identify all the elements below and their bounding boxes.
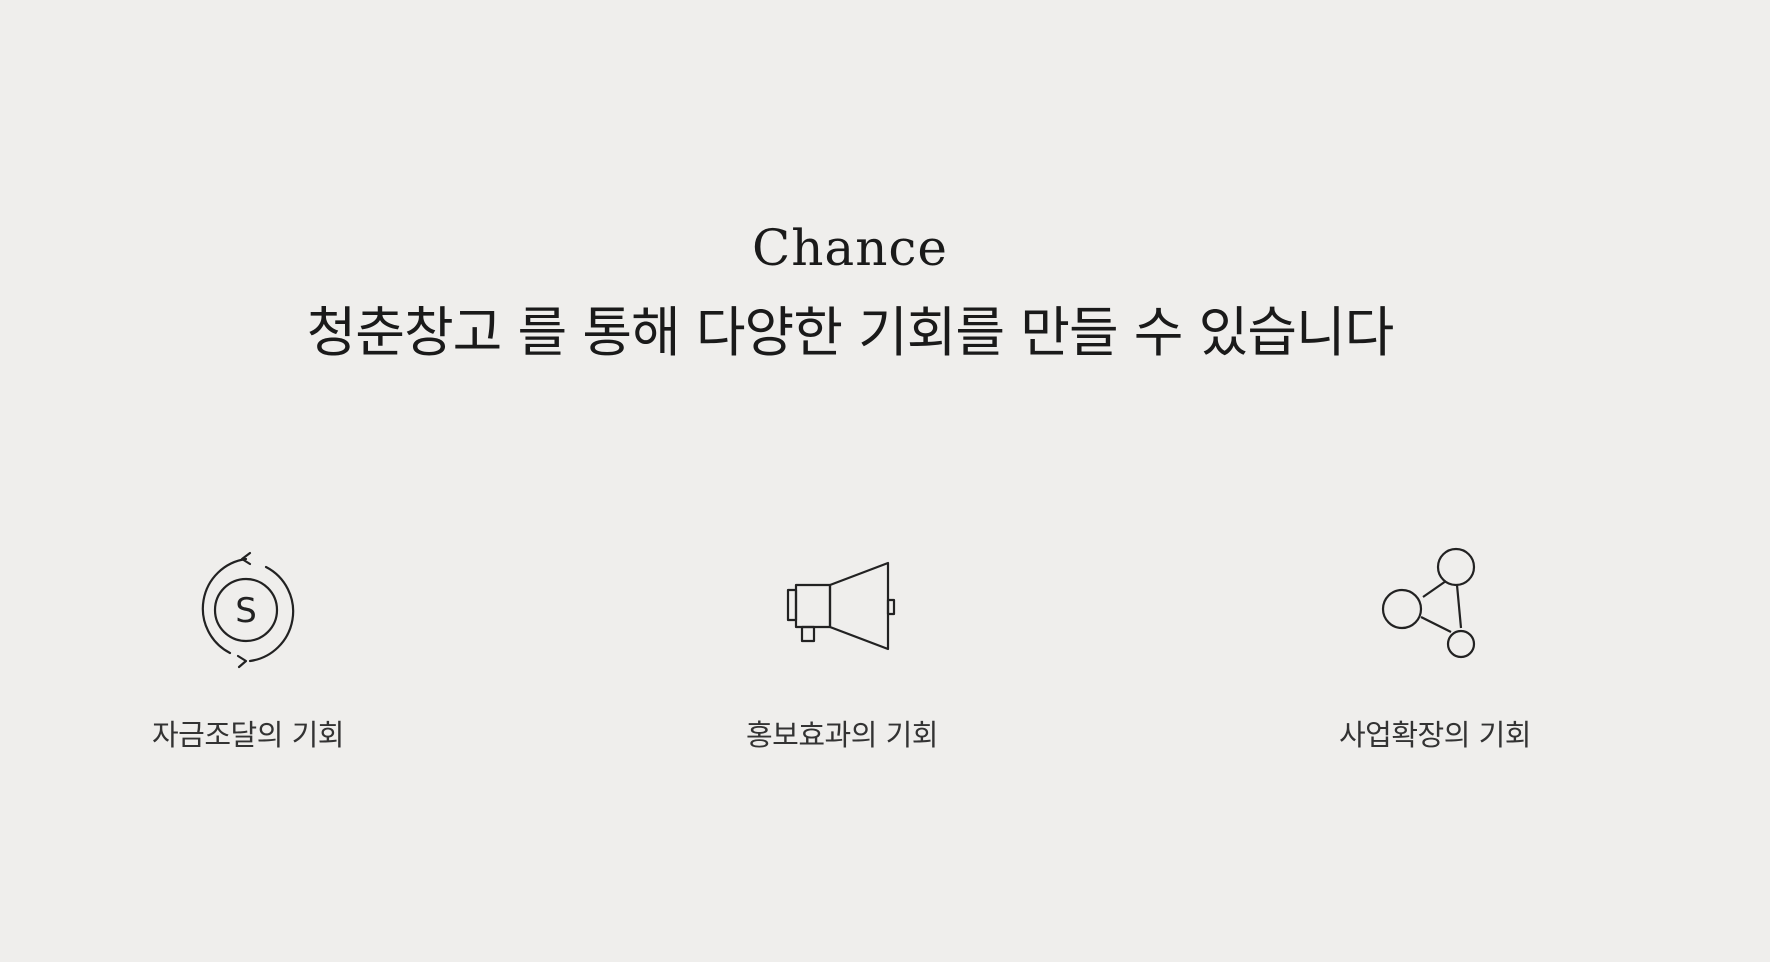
feature-promotion: 홍보효과의 기회	[692, 545, 992, 785]
section-eyebrow: Chance	[751, 219, 949, 277]
feature-expansion: 사업확장의 기회	[1285, 545, 1585, 785]
feature-funding: S 자금조달의 기회	[98, 545, 398, 785]
currency-cycle-icon: S	[188, 545, 308, 675]
network-icon	[1375, 545, 1495, 675]
currency-symbol: S	[235, 591, 257, 631]
chance-section: Chance 청춘창고 를 통해 다양한 기회를 만들 수 있습니다 S 자금조…	[0, 0, 1773, 965]
section-title: 청춘창고 를 통해 다양한 기회를 만들 수 있습니다	[306, 301, 1395, 364]
megaphone-icon	[782, 545, 902, 675]
feature-label-promotion: 홍보효과의 기회	[746, 718, 938, 752]
feature-label-expansion: 사업확장의 기회	[1339, 718, 1531, 752]
feature-label-funding: 자금조달의 기회	[152, 718, 344, 752]
